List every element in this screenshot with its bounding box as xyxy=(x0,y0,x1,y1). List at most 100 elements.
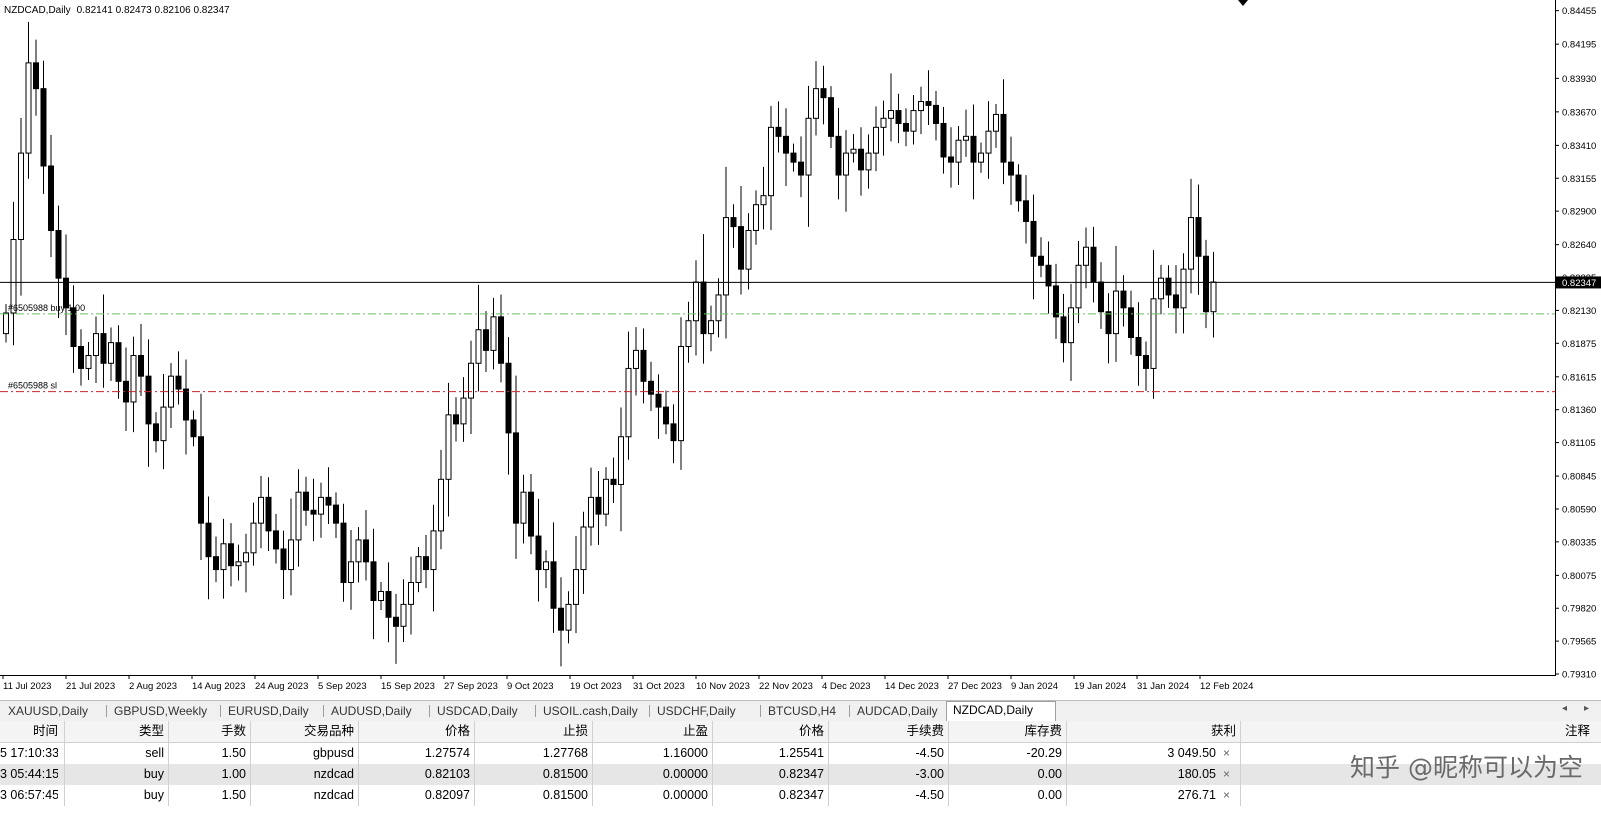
header-type[interactable]: 类型 xyxy=(64,721,164,742)
time-tick-label: 31 Oct 2023 xyxy=(633,681,685,692)
price-tick-label: 0.80845 xyxy=(1562,472,1596,483)
chart-plot-area[interactable] xyxy=(0,0,1556,675)
price-tick-label: 0.81105 xyxy=(1562,438,1596,449)
tab-gbpusd-weekly[interactable]: GBPUSD,Weekly xyxy=(108,703,226,719)
cell-tp: 1.16000 xyxy=(662,746,708,760)
price-tick-label: 0.81875 xyxy=(1562,339,1596,350)
price-tick-label: 0.83670 xyxy=(1562,107,1596,118)
price-tick-label: 0.80075 xyxy=(1562,571,1596,582)
time-axis: 11 Jul 2023 21 Jul 2023 2 Aug 2023 14 Aug 2… xyxy=(2,675,1253,692)
price-tick-label: 0.83930 xyxy=(1562,74,1596,85)
price-tick-label: 0.80590 xyxy=(1562,504,1596,515)
tab-xauusd-daily[interactable]: XAUUSD,Daily xyxy=(2,703,112,719)
price-tick-label: 0.79310 xyxy=(1562,670,1596,681)
cell-commission: -4.50 xyxy=(915,746,945,760)
cell-open-price: 0.82097 xyxy=(424,788,470,802)
header-swap[interactable]: 库存费 xyxy=(948,721,1062,742)
cell-swap: 0.00 xyxy=(1037,788,1062,802)
chart-tabs-bar: XAUUSD,Daily GBPUSD,Weekly EURUSD,Daily AUD… xyxy=(0,700,1601,722)
time-tick-label: 14 Dec 2023 xyxy=(885,681,939,692)
cell-sl: 0.81500 xyxy=(542,767,588,781)
tab-audcad-daily[interactable]: AUDCAD,Daily xyxy=(851,703,950,719)
scroll-right-icon[interactable]: ▸ xyxy=(1584,703,1589,714)
svg-text:0.82347: 0.82347 xyxy=(1562,278,1596,289)
cell-open-price: 1.27574 xyxy=(424,746,470,760)
cell-swap: 0.00 xyxy=(1037,767,1062,781)
cell-open-price: 0.82103 xyxy=(424,767,470,781)
time-tick-label: 9 Jan 2024 xyxy=(1011,681,1058,692)
header-comment[interactable]: 注释 xyxy=(1240,721,1590,742)
time-tick-label: 31 Jan 2024 xyxy=(1137,681,1189,692)
time-tick-label: 19 Oct 2023 xyxy=(570,681,622,692)
cell-profit: 180.05 xyxy=(1177,767,1216,781)
close-position-icon[interactable]: × xyxy=(1223,764,1230,785)
close-position-icon[interactable]: × xyxy=(1223,785,1230,806)
trade-level-label: #6505988 buy 1.00 xyxy=(8,303,85,313)
time-tick-label: 27 Sep 2023 xyxy=(444,681,498,692)
cell-symbol: nzdcad xyxy=(313,767,354,781)
cell-lots: 1.50 xyxy=(221,788,246,802)
cell-price: 0.82347 xyxy=(778,788,824,802)
header-lots[interactable]: 手数 xyxy=(168,721,246,742)
header-open-price[interactable]: 价格 xyxy=(358,721,470,742)
header-time[interactable]: 时间 xyxy=(0,721,58,742)
time-tick-label: 5 Sep 2023 xyxy=(318,681,367,692)
cell-commission: -4.50 xyxy=(915,788,945,802)
cell-tp: 0.00000 xyxy=(662,788,708,802)
time-tick-label: 2 Aug 2023 xyxy=(129,681,177,692)
header-sl[interactable]: 止损 xyxy=(474,721,588,742)
header-profit[interactable]: 获利 xyxy=(1066,721,1236,742)
chart-title: NZDCAD,Daily 0.82141 0.82473 0.82106 0.82… xyxy=(4,5,230,16)
cell-price: 0.82347 xyxy=(778,767,824,781)
current-price-tag: 0.82347 xyxy=(1556,276,1601,289)
price-tick-label: 0.79565 xyxy=(1562,637,1596,648)
tab-nzdcad-daily[interactable]: NZDCAD,Daily xyxy=(946,701,1056,721)
time-tick-label: 15 Sep 2023 xyxy=(381,681,435,692)
cell-symbol: gbpusd xyxy=(312,746,354,760)
cell-time: 3 05:44:15 xyxy=(0,767,58,781)
time-tick-label: 24 Aug 2023 xyxy=(255,681,308,692)
tab-eurusd-daily[interactable]: EURUSD,Daily xyxy=(222,703,329,719)
cell-tp: 0.00000 xyxy=(662,767,708,781)
price-tick-label: 0.82900 xyxy=(1562,207,1596,218)
header-symbol[interactable]: 交易品种 xyxy=(250,721,354,742)
table-row[interactable]: 3 06:57:45 buy 1.50 nzdcad 0.82097 0.81500 0.0… xyxy=(0,785,1601,806)
cell-profit: 276.71 xyxy=(1177,788,1216,802)
price-tick-label: 0.83410 xyxy=(1562,141,1596,152)
scroll-left-icon[interactable]: ◂ xyxy=(1562,703,1567,714)
time-tick-label: 9 Oct 2023 xyxy=(507,681,553,692)
price-tick-label: 0.83155 xyxy=(1562,174,1596,185)
tab-audusd-daily[interactable]: AUDUSD,Daily xyxy=(325,703,435,719)
time-tick-label: 27 Dec 2023 xyxy=(948,681,1002,692)
cell-type: buy xyxy=(143,788,164,802)
cell-sl: 0.81500 xyxy=(542,788,588,802)
time-tick-label: 21 Jul 2023 xyxy=(66,681,115,692)
tab-usoil-cash-daily[interactable]: USOIL.cash,Daily xyxy=(537,703,655,719)
price-tick-label: 0.81615 xyxy=(1562,372,1596,383)
cell-lots: 1.50 xyxy=(221,746,246,760)
header-price[interactable]: 价格 xyxy=(712,721,824,742)
cell-profit: 3 049.50 xyxy=(1167,746,1216,760)
trade-level-label: #6505988 sl xyxy=(8,381,57,391)
cell-commission: -3.00 xyxy=(915,767,945,781)
cell-type: sell xyxy=(145,746,164,760)
price-tick-label: 0.82640 xyxy=(1562,240,1596,251)
watermark: 知乎 @昵称可以为空 xyxy=(1350,753,1583,782)
cell-swap: -20.29 xyxy=(1026,746,1062,760)
price-tick-label: 0.79820 xyxy=(1562,604,1596,615)
time-tick-label: 11 Jul 2023 xyxy=(3,681,51,692)
cell-lots: 1.00 xyxy=(221,767,246,781)
time-tick-label: 12 Feb 2024 xyxy=(1200,681,1253,692)
price-tick-label: 0.80335 xyxy=(1562,537,1596,548)
price-tick-label: 0.84195 xyxy=(1562,40,1596,51)
tab-btcusd-h4[interactable]: BTCUSD,H4 xyxy=(762,703,855,719)
price-axis: 0.84455 0.84195 0.83930 0.83670 0.83410 0.831… xyxy=(1555,6,1601,681)
header-commission[interactable]: 手续费 xyxy=(828,721,944,742)
tab-usdchf-daily[interactable]: USDCHF,Daily xyxy=(651,703,766,719)
price-chart[interactable]: NZDCAD,Daily 0.82141 0.82473 0.82106 0.82… xyxy=(0,0,1601,700)
header-tp[interactable]: 止盈 xyxy=(592,721,708,742)
tab-usdcad-daily[interactable]: USDCAD,Daily xyxy=(431,703,541,719)
time-tick-label: 14 Aug 2023 xyxy=(192,681,245,692)
cell-symbol: nzdcad xyxy=(313,788,354,802)
close-position-icon[interactable]: × xyxy=(1223,743,1230,764)
